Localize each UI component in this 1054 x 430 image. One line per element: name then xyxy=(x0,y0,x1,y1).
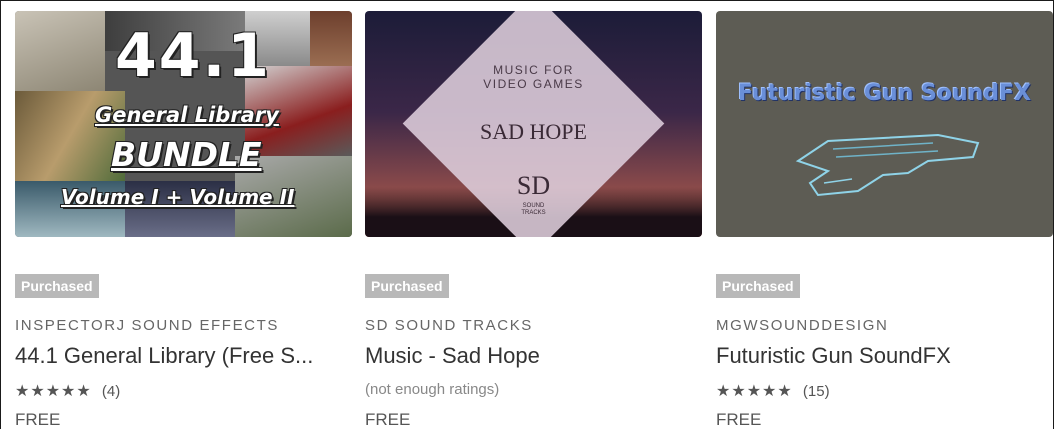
purchased-badge: Purchased xyxy=(716,274,800,298)
purchased-badge: Purchased xyxy=(15,274,99,298)
star-rating-icon: ★★★★★ xyxy=(15,383,92,400)
rating-count: (4) xyxy=(101,383,121,400)
purchased-badge: Purchased xyxy=(365,274,449,298)
price: FREE xyxy=(365,410,411,429)
product-thumbnail[interactable]: Futuristic Gun SoundFX xyxy=(716,11,1053,237)
rating-count: (15) xyxy=(802,383,830,400)
gun-icon xyxy=(795,133,980,197)
publisher-name[interactable]: SD SOUND TRACKS xyxy=(365,317,533,334)
publisher-name[interactable]: INSPECTORJ SOUND EFFECTS xyxy=(15,317,279,334)
product-thumbnail[interactable]: MUSIC FOR VIDEO GAMES SAD HOPE SD SOUND … xyxy=(365,11,702,237)
art-title-number: 44.1 xyxy=(115,21,272,91)
art-sub-line-2: TRACKS xyxy=(521,210,546,216)
publisher-name[interactable]: MGWSOUNDDESIGN xyxy=(716,317,888,334)
product-thumbnail[interactable]: 44.1 General Library BUNDLE Volume I + V… xyxy=(15,11,352,237)
price: FREE xyxy=(716,410,762,429)
product-title[interactable]: Music - Sad Hope xyxy=(365,343,540,369)
art-bundle-text: BUNDLE xyxy=(111,135,262,174)
product-title[interactable]: Futuristic Gun SoundFX xyxy=(716,343,951,369)
art-logo: SD xyxy=(516,171,551,200)
art-title: SAD HOPE xyxy=(480,119,587,144)
art-volumes-text: Volume I + Volume II xyxy=(61,185,295,209)
rating: (not enough ratings) xyxy=(365,381,499,399)
rating: ★★★★★ (15) xyxy=(716,381,830,401)
rating: ★★★★★ (4) xyxy=(15,381,120,401)
art-logo-sub: SOUND TRACKS xyxy=(365,203,702,217)
art-top-text: MUSIC FOR VIDEO GAMES xyxy=(365,63,702,91)
product-card-3[interactable]: Futuristic Gun SoundFX Purchased MGWSOUN… xyxy=(716,11,1053,429)
art-sub-line-1: SOUND xyxy=(522,203,545,209)
art-subtitle: General Library xyxy=(95,103,279,127)
art-heading: Futuristic Gun SoundFX xyxy=(737,81,1032,106)
product-title[interactable]: 44.1 General Library (Free S... xyxy=(15,343,313,369)
art-top-line-1: MUSIC FOR xyxy=(493,63,574,77)
art-top-line-2: VIDEO GAMES xyxy=(483,77,584,91)
star-rating-icon: ★★★★★ xyxy=(716,383,793,400)
rating-count: (not enough ratings) xyxy=(365,381,500,398)
price: FREE xyxy=(15,410,61,429)
beach-photo-tile xyxy=(15,11,105,91)
product-card-2[interactable]: MUSIC FOR VIDEO GAMES SAD HOPE SD SOUND … xyxy=(365,11,702,429)
product-card-1[interactable]: 44.1 General Library BUNDLE Volume I + V… xyxy=(15,11,352,429)
